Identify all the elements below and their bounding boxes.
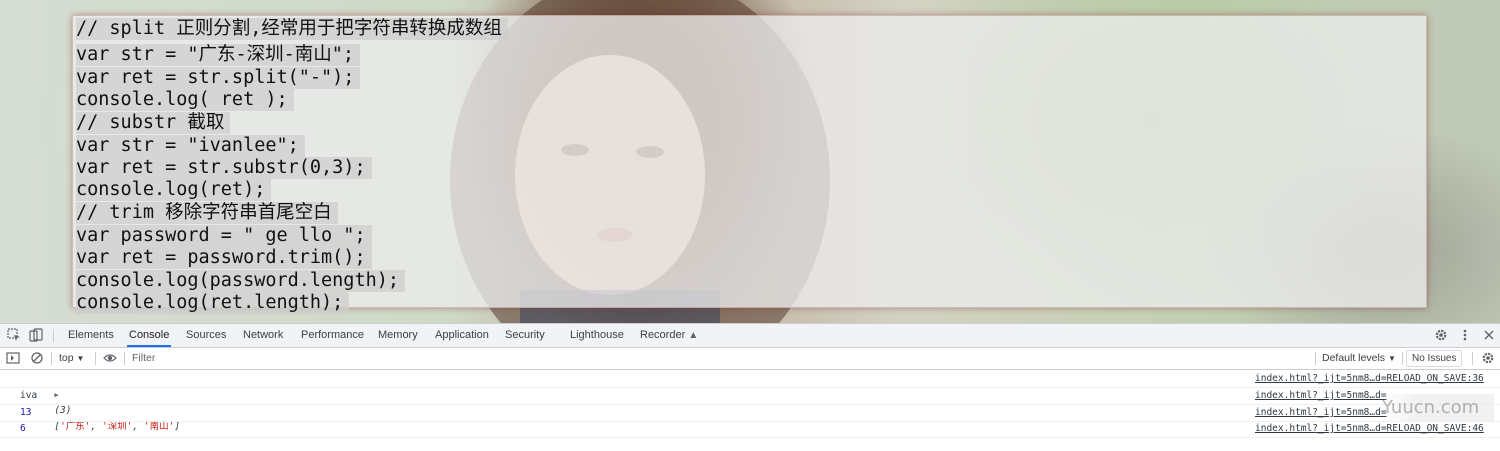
code-line: var ret = password.trim(); bbox=[76, 247, 372, 269]
code-line: var ret = str.substr(0,3); bbox=[76, 157, 372, 179]
tab-application[interactable]: Application bbox=[433, 324, 491, 347]
page-viewport: // split 正则分割,经常用于把字符串转换成数组 var str = "广… bbox=[0, 0, 1500, 323]
devtools-panel: Elements Console Sources Network Perform… bbox=[0, 323, 1500, 438]
dropdown-arrow-icon: ▼ bbox=[1387, 354, 1396, 363]
devtools-tabbar: Elements Console Sources Network Perform… bbox=[0, 324, 1500, 348]
code-line: // split 正则分割,经常用于把字符串转换成数组 bbox=[76, 18, 508, 40]
log-levels-dropdown[interactable]: Default levels ▼ bbox=[1322, 348, 1396, 369]
more-options-icon[interactable] bbox=[1457, 328, 1473, 344]
tab-lighthouse[interactable]: Lighthouse bbox=[568, 324, 626, 347]
no-issues-button[interactable]: No Issues bbox=[1406, 350, 1463, 367]
site-watermark: Yuucn.com bbox=[1382, 394, 1494, 422]
console-source-link[interactable]: index.html?_ijt=5nm8…d=RELOAD_ON_SAVE:46 bbox=[1255, 421, 1484, 437]
settings-gear-icon[interactable] bbox=[1433, 328, 1449, 344]
console-message-row: 13 index.html?_ijt=5nm8…d= bbox=[0, 405, 1500, 422]
code-line: // trim 移除字符串首尾空白 bbox=[76, 202, 338, 224]
tab-security[interactable]: Security bbox=[503, 324, 547, 347]
sidebar-toggle-icon[interactable] bbox=[5, 351, 21, 367]
code-panel: // split 正则分割,经常用于把字符串转换成数组 var str = "广… bbox=[72, 15, 1427, 314]
inspect-element-icon[interactable] bbox=[6, 328, 22, 344]
code-line: // substr 截取 bbox=[76, 112, 231, 134]
console-message-row: iva index.html?_ijt=5nm8…d= bbox=[0, 388, 1500, 405]
tab-performance[interactable]: Performance bbox=[299, 324, 366, 347]
console-source-link[interactable]: index.html?_ijt=5nm8…d= bbox=[1255, 405, 1387, 421]
code-line: console.log(password.length); bbox=[76, 270, 406, 292]
divider bbox=[51, 352, 52, 365]
close-devtools-icon[interactable] bbox=[1481, 328, 1497, 344]
console-message: iva bbox=[20, 390, 38, 401]
log-levels-label: Default levels bbox=[1322, 352, 1386, 364]
tab-memory[interactable]: Memory bbox=[376, 324, 420, 347]
code-line: var str = "ivanlee"; bbox=[76, 135, 305, 157]
console-source-link[interactable]: index.html?_ijt=5nm8…d= bbox=[1255, 388, 1387, 404]
console-message: 13 bbox=[20, 407, 32, 418]
tab-network[interactable]: Network bbox=[241, 324, 285, 347]
code-line: console.log(ret); bbox=[76, 179, 272, 201]
code-line: console.log( ret ); bbox=[76, 89, 294, 111]
divider bbox=[1315, 352, 1316, 365]
live-expression-eye-icon[interactable] bbox=[102, 351, 118, 367]
code-line: var str = "广东-深圳-南山"; bbox=[76, 44, 361, 66]
console-filter-input[interactable] bbox=[128, 350, 1316, 366]
code-line: console.log(ret.length); bbox=[76, 292, 350, 314]
code-line: var ret = str.split("-"); bbox=[76, 67, 361, 89]
context-selector[interactable]: top ▼ bbox=[59, 348, 84, 369]
divider bbox=[53, 329, 54, 342]
console-source-link[interactable]: index.html?_ijt=5nm8…d=RELOAD_ON_SAVE:36 bbox=[1255, 371, 1484, 387]
console-settings-gear-icon[interactable] bbox=[1480, 351, 1496, 367]
console-message: 6 bbox=[20, 423, 26, 434]
divider bbox=[1472, 352, 1473, 365]
clear-console-icon[interactable] bbox=[29, 351, 45, 367]
tab-recorder[interactable]: Recorder ▲ bbox=[638, 324, 700, 347]
device-toolbar-icon[interactable] bbox=[28, 328, 44, 344]
code-line: var password = " ge llo "; bbox=[76, 225, 372, 247]
console-message-row: ▶ (3) ['广东', '深圳', '南山'] index.html?_ijt… bbox=[0, 371, 1500, 432]
tab-elements[interactable]: Elements bbox=[66, 324, 116, 347]
dropdown-arrow-icon: ▼ bbox=[76, 354, 85, 363]
console-toolbar: top ▼ Default levels ▼ No Issues bbox=[0, 348, 1500, 370]
tab-console[interactable]: Console bbox=[127, 324, 172, 347]
flask-icon: ▲ bbox=[688, 330, 699, 341]
tab-sources[interactable]: Sources bbox=[184, 324, 228, 347]
tab-recorder-label: Recorder bbox=[640, 329, 686, 341]
console-message-row: 6 index.html?_ijt=5nm8…d=RELOAD_ON_SAVE:… bbox=[0, 421, 1500, 438]
divider bbox=[124, 352, 125, 365]
divider bbox=[95, 352, 96, 365]
divider bbox=[1402, 352, 1403, 365]
context-selector-label: top bbox=[59, 352, 74, 364]
